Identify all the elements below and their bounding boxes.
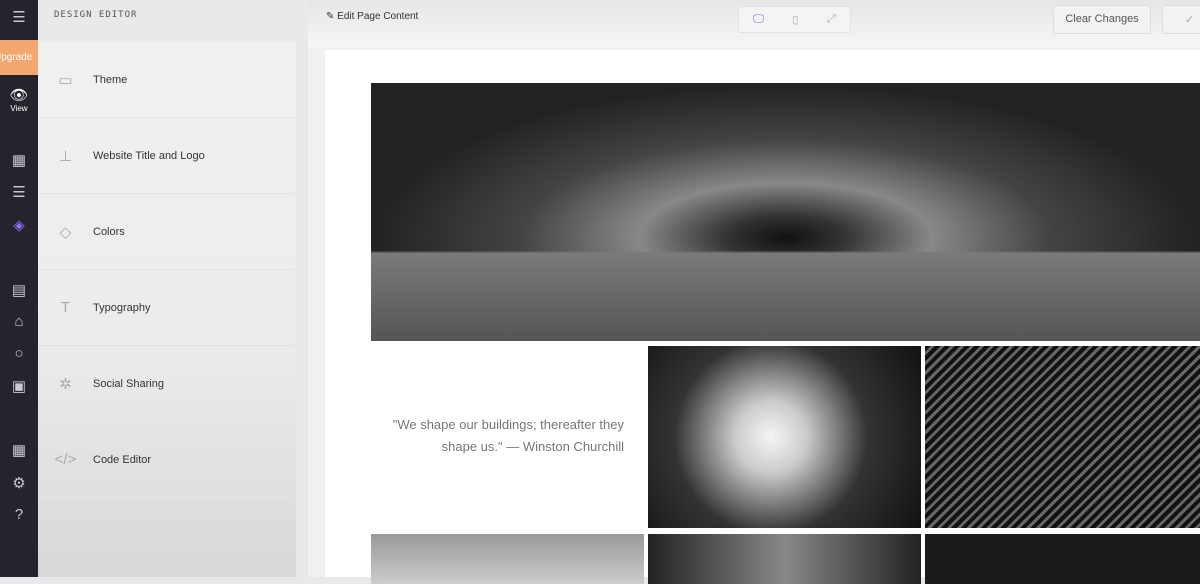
stamp-icon: ⊥ [58,147,73,165]
view-label[interactable]: View [0,104,38,113]
paint-bucket-icon: ◇ [59,223,72,241]
design-editor-panel: DESIGN EDITOR ▭ Theme ⊥ Website Title and … [38,0,296,577]
item-label: Colors [93,225,125,238]
text-icon: T [60,299,71,316]
fullscreen-icon[interactable]: ⤢ [827,13,836,26]
panel-title: DESIGN EDITOR [38,0,296,42]
item-theme[interactable]: ▭ Theme [38,42,294,118]
help-icon[interactable]: ? [0,506,38,523]
item-code[interactable]: </> Code Editor [38,422,294,498]
grid-icon[interactable]: ▦ [0,151,38,169]
image-skyscrapers[interactable] [648,346,921,528]
design-icon[interactable]: ◈ [0,216,38,234]
left-rail: ☰ Upgrade 👁 View ▦ ☰ ◈ ▤ ⌂ ○ ▣ ▦ ⚙ ? [0,0,38,577]
device-switcher: 🖵 ▯ ⤢ [738,6,851,33]
hero-image-tunnel[interactable] [371,83,1200,341]
layout-icon: ▭ [58,71,73,89]
edit-page-content[interactable]: ✎ Edit Page Content [326,11,418,22]
apps-icon[interactable]: ▦ [0,441,38,459]
chat-icon[interactable]: ○ [0,345,38,362]
menu-icon[interactable]: ☰ [0,8,38,26]
item-label: Social Sharing [93,377,164,390]
store-icon[interactable]: ⌂ [0,313,38,330]
image-facade[interactable] [925,346,1200,528]
list-icon[interactable]: ☰ [0,183,38,201]
top-bar: ✎ Edit Page Content 🖵 ▯ ⤢ Clear Changes … [308,0,1200,48]
confirm-button[interactable]: ✓ [1162,5,1200,34]
item-colors[interactable]: ◇ Colors [38,194,294,270]
code-icon: </> [54,451,77,468]
main-area: ✎ Edit Page Content 🖵 ▯ ⤢ Clear Changes … [308,0,1200,584]
blog-icon[interactable]: ▣ [0,377,38,395]
settings-icon[interactable]: ⚙ [0,474,38,492]
page-canvas: "We shape our buildings; thereafter they… [325,50,1200,584]
item-label: Theme [93,73,128,86]
item-label: Code Editor [93,453,152,466]
item-typography[interactable]: T Typography [38,270,294,346]
item-label: Website Title and Logo [93,149,205,162]
mobile-icon[interactable]: ▯ [792,13,798,26]
item-social[interactable]: ✲ Social Sharing [38,346,294,422]
edit-label: Edit Page Content [337,11,419,22]
upgrade-button[interactable]: Upgrade [0,40,38,75]
quote-text[interactable]: "We shape our buildings; thereafter they… [371,348,646,528]
eye-icon[interactable]: 👁 [0,86,38,104]
item-label: Typography [93,301,151,314]
pages-icon[interactable]: ▤ [0,281,38,299]
share-icon: ✲ [59,375,72,393]
clear-changes-button[interactable]: Clear Changes [1053,5,1151,34]
item-title-logo[interactable]: ⊥ Website Title and Logo [38,118,294,194]
pencil-icon: ✎ [326,11,338,22]
desktop-icon[interactable]: 🖵 [753,13,764,26]
